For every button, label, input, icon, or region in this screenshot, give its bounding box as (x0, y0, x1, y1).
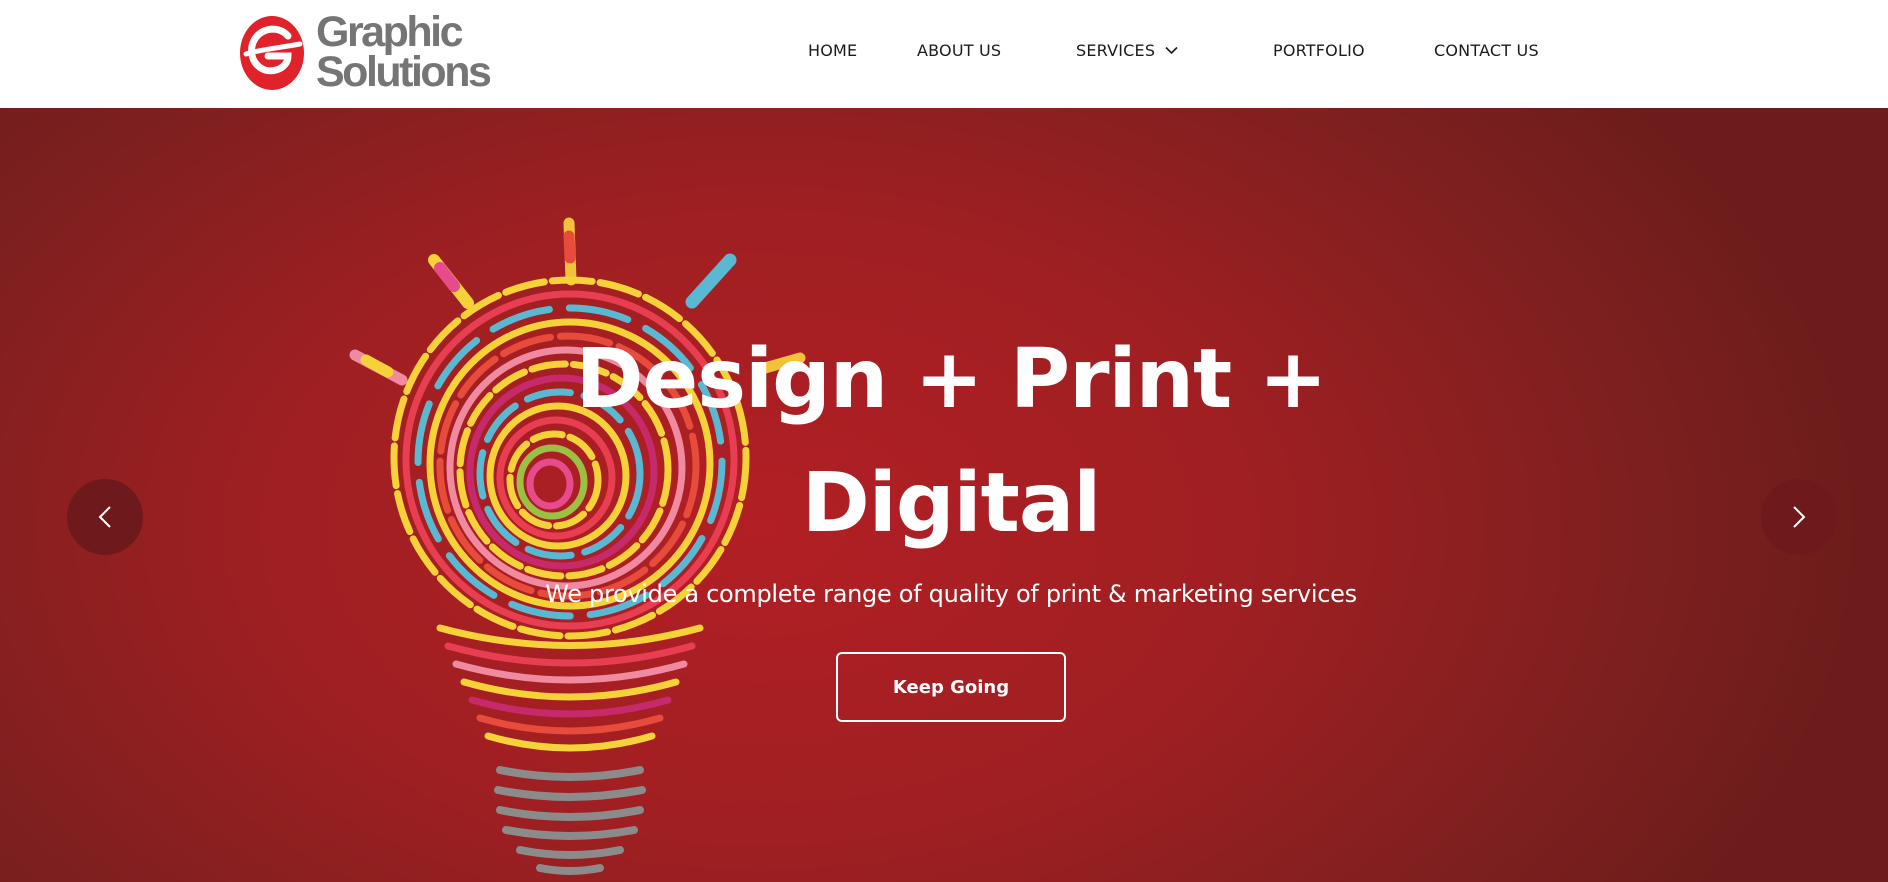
site-header: Graphic Solutions HOME ABOUT US SERVICES… (0, 0, 1888, 108)
hero-title-line1: Design + Print + (575, 332, 1328, 427)
nav-item-about-us[interactable]: ABOUT US (917, 41, 1001, 60)
chevron-left-icon (98, 506, 111, 528)
slider-next-button[interactable] (1761, 479, 1837, 555)
nav-item-contact-us-label: CONTACT US (1434, 41, 1539, 60)
brand-name: Graphic Solutions (316, 8, 498, 96)
brand-logo[interactable]: Graphic Solutions (238, 8, 498, 96)
chevron-down-icon (1164, 46, 1178, 54)
nav-item-contact-us[interactable]: CONTACT US (1434, 41, 1539, 60)
nav-item-portfolio-label: PORTFOLIO (1273, 41, 1365, 60)
brand-name-line1: Graphic (316, 8, 464, 56)
brand-name-line2: Solutions (316, 48, 492, 96)
chevron-right-icon (1793, 506, 1806, 528)
keep-going-button-label: Keep Going (892, 676, 1010, 698)
nav-item-services-label: SERVICES (1076, 41, 1156, 60)
keep-going-button[interactable]: Keep Going (836, 652, 1066, 722)
nav-item-home-label: HOME (808, 41, 858, 60)
nav-item-portfolio[interactable]: PORTFOLIO (1273, 41, 1365, 60)
hero-title-line2: Digital (801, 456, 1102, 551)
hero-subtitle: We provide a complete range of quality o… (545, 580, 1357, 608)
nav-item-about-us-label: ABOUT US (917, 41, 1002, 60)
hero-slider: Design + Print + Digital We provide a co… (0, 108, 1888, 882)
nav-item-services[interactable]: SERVICES (1076, 41, 1178, 60)
slider-prev-button[interactable] (67, 479, 143, 555)
nav-item-home[interactable]: HOME (808, 41, 857, 60)
logo-mark-icon (240, 16, 304, 90)
hero-title: Design + Print + Digital (520, 318, 1382, 566)
